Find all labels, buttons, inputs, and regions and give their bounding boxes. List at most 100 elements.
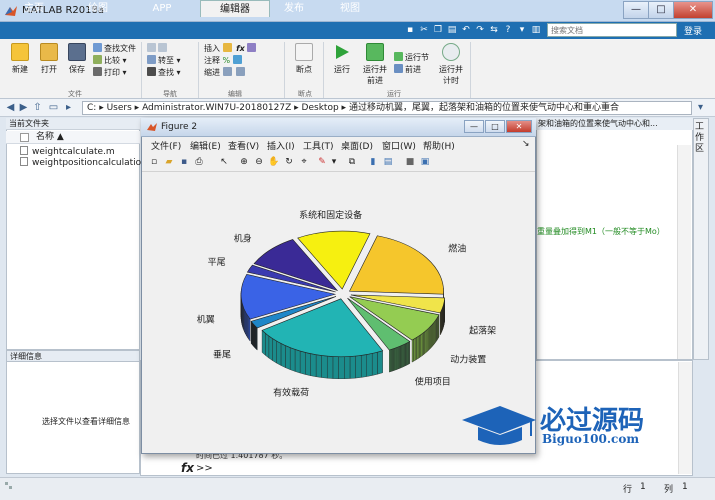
menu-insert[interactable]: 插入(I): [267, 139, 295, 152]
paste-icon[interactable]: ▤: [446, 24, 458, 36]
link-plot-icon[interactable]: ⧉: [346, 156, 358, 168]
run-advance-button[interactable]: 运行并前进: [360, 43, 390, 86]
maximize-button[interactable]: □: [648, 1, 674, 19]
search-icon[interactable]: ⌕: [668, 24, 678, 36]
menu-help[interactable]: 帮助(H): [423, 139, 455, 152]
search-input[interactable]: [547, 23, 677, 37]
open-button[interactable]: 打开: [35, 43, 63, 75]
redo-icon[interactable]: ↷: [474, 24, 486, 36]
zoom-in-icon[interactable]: ⊕: [238, 156, 250, 168]
new-figure-icon[interactable]: ▫: [148, 156, 160, 168]
edit-plot-icon[interactable]: ↖: [218, 156, 230, 168]
menu-tools[interactable]: 工具(T): [303, 139, 334, 152]
command-prompt[interactable]: >>: [196, 463, 213, 474]
path-segment[interactable]: 通过移动机翼，尾翼，起落架和油箱的位置来使气动中心和重心重合: [349, 103, 619, 113]
stopwatch-icon: [442, 43, 460, 61]
list-item[interactable]: weightcalculate.m: [20, 146, 159, 157]
run-button[interactable]: 运行: [328, 43, 356, 75]
zoom-out-icon[interactable]: ⊖: [253, 156, 265, 168]
print-figure-icon[interactable]: ⎙: [193, 156, 205, 168]
indent-button[interactable]: 缩进: [204, 67, 258, 79]
brush-dropdown-icon[interactable]: ▾: [328, 156, 340, 168]
hide-tools-icon[interactable]: ■: [404, 156, 416, 168]
figure-minimize-button[interactable]: —: [464, 120, 484, 133]
pan-icon[interactable]: ✋: [268, 156, 280, 168]
comment-label: 注释: [204, 56, 220, 65]
browse-folder-icon[interactable]: ▭: [47, 101, 60, 115]
nav-back-forward[interactable]: [147, 43, 181, 55]
menu-window[interactable]: 窗口(W): [382, 139, 416, 152]
save-icon[interactable]: ▪: [404, 24, 416, 36]
tab-apps[interactable]: APP: [136, 0, 188, 17]
login-link[interactable]: 登录: [684, 24, 702, 37]
fx-icon[interactable]: fx: [181, 461, 194, 475]
insert-button[interactable]: 插入 fx: [204, 43, 258, 55]
cut-icon[interactable]: ✂: [418, 24, 430, 36]
list-item[interactable]: weightpositioncalculation.m: [20, 157, 159, 168]
path-segment[interactable]: Administrator.WIN7U-20180127Z: [142, 103, 291, 113]
print-button[interactable]: 打印 ▾: [93, 67, 136, 79]
command-scrollbar[interactable]: [678, 362, 692, 474]
menu-view[interactable]: 查看(V): [228, 139, 259, 152]
menu-dock-icon[interactable]: ↘: [522, 139, 530, 149]
legend-icon[interactable]: ▤: [382, 156, 394, 168]
path-segment[interactable]: Desktop: [302, 103, 339, 113]
menu-edit[interactable]: 编辑(E): [190, 139, 221, 152]
show-tools-icon[interactable]: ▣: [419, 156, 431, 168]
minimize-button[interactable]: —: [623, 1, 649, 19]
rotate-icon[interactable]: ↻: [283, 156, 295, 168]
figure-maximize-button[interactable]: □: [485, 120, 505, 133]
tab-home[interactable]: 主页: [8, 0, 60, 17]
breakpoints-button[interactable]: 断点: [290, 43, 318, 75]
layout-icon[interactable]: ▥: [530, 24, 542, 36]
help-icon[interactable]: ?: [502, 24, 514, 36]
goto-button[interactable]: 转至 ▾: [147, 55, 181, 67]
forward-arrow-icon[interactable]: ▶: [17, 101, 30, 115]
save-figure-icon[interactable]: ▪: [178, 156, 190, 168]
undo-icon[interactable]: ↶: [460, 24, 472, 36]
tab-publish[interactable]: 发布: [268, 0, 320, 17]
menu-file[interactable]: 文件(F): [151, 139, 181, 152]
up-folder-icon[interactable]: ⇧: [31, 101, 44, 115]
new-button[interactable]: 新建: [6, 43, 34, 75]
editor-scrollbar[interactable]: [677, 145, 691, 359]
find-button[interactable]: 查找 ▾: [147, 67, 181, 79]
path-segment[interactable]: Users: [107, 103, 132, 113]
run-section-label: 运行节: [405, 53, 429, 62]
save-button[interactable]: 保存: [63, 43, 91, 75]
path-segment[interactable]: C:: [87, 103, 96, 113]
switch-windows-icon[interactable]: ⇆: [488, 24, 500, 36]
editor-panel[interactable]: [536, 118, 693, 360]
dropdown-icon[interactable]: ▾: [516, 24, 528, 36]
data-cursor-icon[interactable]: ⌖: [298, 156, 310, 168]
tab-editor[interactable]: 编辑器: [200, 0, 270, 17]
copy-icon[interactable]: ❐: [432, 24, 444, 36]
nav-small-buttons: 转至 ▾ 查找 ▾: [147, 43, 181, 79]
comment-button[interactable]: 注释 %: [204, 55, 258, 67]
pie-label: 系统和固定设备: [299, 209, 362, 221]
pie-label: 燃油: [448, 243, 466, 255]
open-file-icon[interactable]: ▰: [163, 156, 175, 168]
address-path[interactable]: C: ▸ Users ▸ Administrator.WIN7U-2018012…: [82, 101, 692, 115]
run-section-button[interactable]: 运行节: [394, 52, 429, 64]
path-dropdown-icon[interactable]: ▾: [694, 101, 707, 115]
parent-folder-icon[interactable]: ▸: [62, 101, 75, 115]
select-all-checkbox[interactable]: [20, 133, 29, 142]
figure-close-button[interactable]: ✕: [506, 120, 532, 133]
tab-plots[interactable]: 绘图: [72, 0, 124, 17]
pie-side-strip: [315, 354, 322, 378]
run-time-button[interactable]: 运行并计时: [436, 43, 466, 86]
pie-side-strip: [294, 349, 301, 374]
back-arrow-icon[interactable]: ◀: [4, 101, 17, 115]
menu-desktop[interactable]: 桌面(D): [341, 139, 373, 152]
find-file-button[interactable]: 查找文件: [93, 43, 136, 55]
tab-view[interactable]: 视图: [324, 0, 376, 17]
code-comment-line: 重量叠加得到M1（一般不等于Mo）: [537, 227, 665, 236]
compare-button[interactable]: 比较 ▾: [93, 55, 136, 67]
colorbar-icon[interactable]: ▮: [367, 156, 379, 168]
back-icon: [147, 43, 156, 52]
close-button[interactable]: ✕: [673, 1, 713, 19]
editor-tab[interactable]: 架和油箱的位置来使气动中心和...: [536, 118, 693, 130]
advance-button[interactable]: 前进: [394, 64, 429, 76]
brush-icon[interactable]: ✎: [316, 156, 328, 168]
